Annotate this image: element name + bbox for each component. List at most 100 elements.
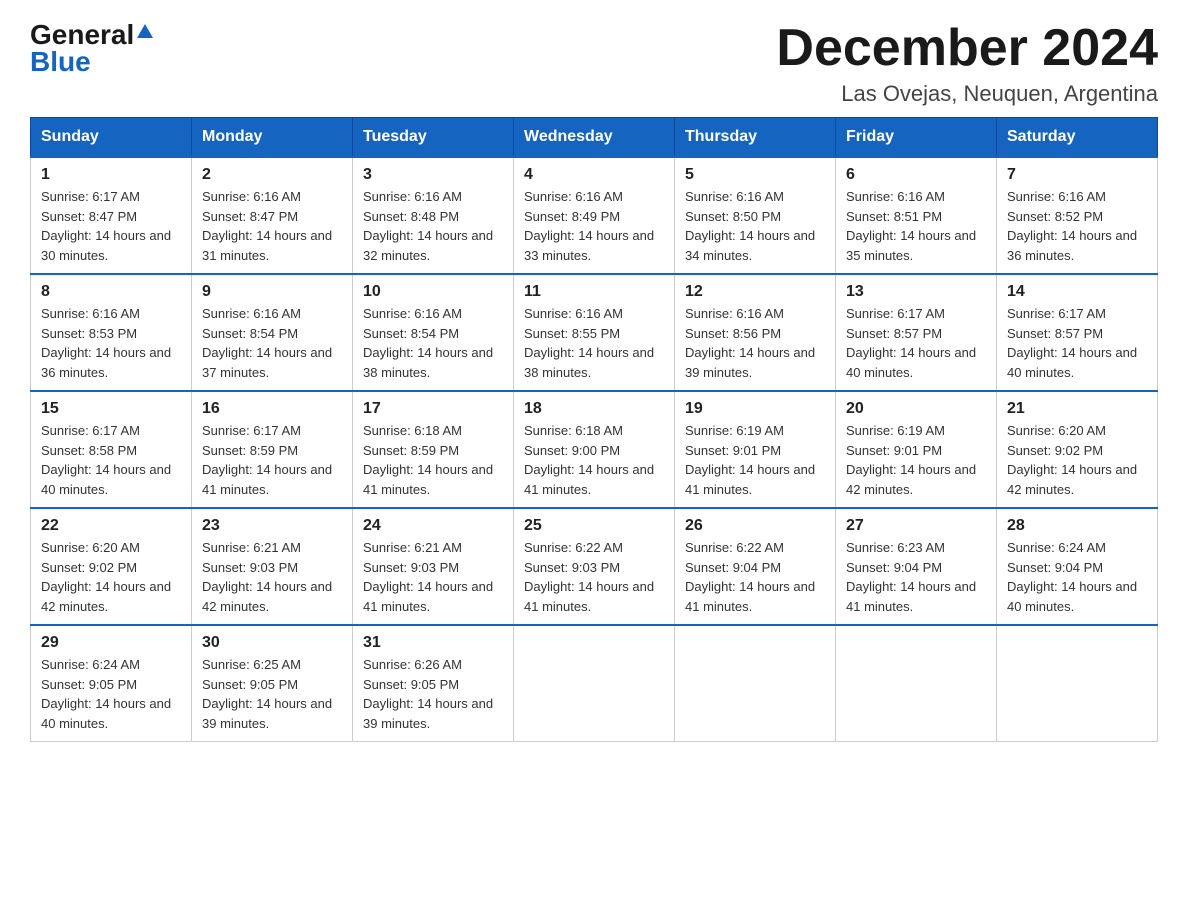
header-monday: Monday <box>192 118 353 158</box>
day-info: Sunrise: 6:21 AM Sunset: 9:03 PM Dayligh… <box>363 538 503 616</box>
day-number: 13 <box>846 283 986 301</box>
day-number: 15 <box>41 400 181 418</box>
table-row: 14 Sunrise: 6:17 AM Sunset: 8:57 PM Dayl… <box>997 274 1158 391</box>
day-info: Sunrise: 6:16 AM Sunset: 8:53 PM Dayligh… <box>41 304 181 382</box>
logo-triangle-icon <box>137 24 153 45</box>
table-row: 23 Sunrise: 6:21 AM Sunset: 9:03 PM Dayl… <box>192 508 353 625</box>
calendar-header: Sunday Monday Tuesday Wednesday Thursday… <box>31 118 1158 158</box>
table-row: 13 Sunrise: 6:17 AM Sunset: 8:57 PM Dayl… <box>836 274 997 391</box>
table-row <box>997 625 1158 742</box>
table-row: 30 Sunrise: 6:25 AM Sunset: 9:05 PM Dayl… <box>192 625 353 742</box>
table-row: 17 Sunrise: 6:18 AM Sunset: 8:59 PM Dayl… <box>353 391 514 508</box>
table-row: 9 Sunrise: 6:16 AM Sunset: 8:54 PM Dayli… <box>192 274 353 391</box>
table-row: 31 Sunrise: 6:26 AM Sunset: 9:05 PM Dayl… <box>353 625 514 742</box>
day-info: Sunrise: 6:16 AM Sunset: 8:55 PM Dayligh… <box>524 304 664 382</box>
day-number: 18 <box>524 400 664 418</box>
day-info: Sunrise: 6:17 AM Sunset: 8:57 PM Dayligh… <box>846 304 986 382</box>
day-info: Sunrise: 6:20 AM Sunset: 9:02 PM Dayligh… <box>1007 421 1147 499</box>
header-sunday: Sunday <box>31 118 192 158</box>
table-row: 29 Sunrise: 6:24 AM Sunset: 9:05 PM Dayl… <box>31 625 192 742</box>
table-row: 2 Sunrise: 6:16 AM Sunset: 8:47 PM Dayli… <box>192 157 353 274</box>
day-info: Sunrise: 6:26 AM Sunset: 9:05 PM Dayligh… <box>363 655 503 733</box>
table-row: 5 Sunrise: 6:16 AM Sunset: 8:50 PM Dayli… <box>675 157 836 274</box>
day-info: Sunrise: 6:16 AM Sunset: 8:51 PM Dayligh… <box>846 187 986 265</box>
header-friday: Friday <box>836 118 997 158</box>
day-number: 23 <box>202 517 342 535</box>
day-number: 12 <box>685 283 825 301</box>
month-title: December 2024 <box>776 20 1158 77</box>
logo: General Blue <box>30 20 153 78</box>
day-info: Sunrise: 6:17 AM Sunset: 8:47 PM Dayligh… <box>41 187 181 265</box>
day-number: 28 <box>1007 517 1147 535</box>
table-row: 26 Sunrise: 6:22 AM Sunset: 9:04 PM Dayl… <box>675 508 836 625</box>
table-row: 1 Sunrise: 6:17 AM Sunset: 8:47 PM Dayli… <box>31 157 192 274</box>
day-info: Sunrise: 6:22 AM Sunset: 9:03 PM Dayligh… <box>524 538 664 616</box>
table-row: 7 Sunrise: 6:16 AM Sunset: 8:52 PM Dayli… <box>997 157 1158 274</box>
day-number: 11 <box>524 283 664 301</box>
day-info: Sunrise: 6:23 AM Sunset: 9:04 PM Dayligh… <box>846 538 986 616</box>
day-number: 8 <box>41 283 181 301</box>
table-row: 10 Sunrise: 6:16 AM Sunset: 8:54 PM Dayl… <box>353 274 514 391</box>
title-block: December 2024 Las Ovejas, Neuquen, Argen… <box>776 20 1158 107</box>
day-info: Sunrise: 6:16 AM Sunset: 8:54 PM Dayligh… <box>363 304 503 382</box>
table-row: 22 Sunrise: 6:20 AM Sunset: 9:02 PM Dayl… <box>31 508 192 625</box>
day-number: 17 <box>363 400 503 418</box>
table-row: 24 Sunrise: 6:21 AM Sunset: 9:03 PM Dayl… <box>353 508 514 625</box>
table-row: 12 Sunrise: 6:16 AM Sunset: 8:56 PM Dayl… <box>675 274 836 391</box>
day-info: Sunrise: 6:19 AM Sunset: 9:01 PM Dayligh… <box>685 421 825 499</box>
day-info: Sunrise: 6:25 AM Sunset: 9:05 PM Dayligh… <box>202 655 342 733</box>
table-row <box>836 625 997 742</box>
day-number: 26 <box>685 517 825 535</box>
table-row: 4 Sunrise: 6:16 AM Sunset: 8:49 PM Dayli… <box>514 157 675 274</box>
day-number: 1 <box>41 166 181 184</box>
day-number: 25 <box>524 517 664 535</box>
day-number: 20 <box>846 400 986 418</box>
day-info: Sunrise: 6:18 AM Sunset: 8:59 PM Dayligh… <box>363 421 503 499</box>
day-info: Sunrise: 6:17 AM Sunset: 8:58 PM Dayligh… <box>41 421 181 499</box>
logo-blue-text: Blue <box>30 47 153 78</box>
day-number: 6 <box>846 166 986 184</box>
day-number: 27 <box>846 517 986 535</box>
day-number: 30 <box>202 634 342 652</box>
table-row: 8 Sunrise: 6:16 AM Sunset: 8:53 PM Dayli… <box>31 274 192 391</box>
day-number: 7 <box>1007 166 1147 184</box>
day-info: Sunrise: 6:19 AM Sunset: 9:01 PM Dayligh… <box>846 421 986 499</box>
day-number: 2 <box>202 166 342 184</box>
day-info: Sunrise: 6:16 AM Sunset: 8:52 PM Dayligh… <box>1007 187 1147 265</box>
day-info: Sunrise: 6:24 AM Sunset: 9:05 PM Dayligh… <box>41 655 181 733</box>
calendar-table: Sunday Monday Tuesday Wednesday Thursday… <box>30 117 1158 742</box>
day-number: 24 <box>363 517 503 535</box>
table-row: 21 Sunrise: 6:20 AM Sunset: 9:02 PM Dayl… <box>997 391 1158 508</box>
table-row: 15 Sunrise: 6:17 AM Sunset: 8:58 PM Dayl… <box>31 391 192 508</box>
header-saturday: Saturday <box>997 118 1158 158</box>
header-wednesday: Wednesday <box>514 118 675 158</box>
day-info: Sunrise: 6:16 AM Sunset: 8:49 PM Dayligh… <box>524 187 664 265</box>
calendar-body: 1 Sunrise: 6:17 AM Sunset: 8:47 PM Dayli… <box>31 157 1158 742</box>
table-row: 3 Sunrise: 6:16 AM Sunset: 8:48 PM Dayli… <box>353 157 514 274</box>
day-info: Sunrise: 6:21 AM Sunset: 9:03 PM Dayligh… <box>202 538 342 616</box>
table-row <box>675 625 836 742</box>
day-number: 22 <box>41 517 181 535</box>
day-number: 29 <box>41 634 181 652</box>
day-info: Sunrise: 6:16 AM Sunset: 8:50 PM Dayligh… <box>685 187 825 265</box>
table-row: 18 Sunrise: 6:18 AM Sunset: 9:00 PM Dayl… <box>514 391 675 508</box>
table-row: 16 Sunrise: 6:17 AM Sunset: 8:59 PM Dayl… <box>192 391 353 508</box>
table-row: 28 Sunrise: 6:24 AM Sunset: 9:04 PM Dayl… <box>997 508 1158 625</box>
header-tuesday: Tuesday <box>353 118 514 158</box>
page-header: General Blue December 2024 Las Ovejas, N… <box>30 20 1158 107</box>
day-number: 19 <box>685 400 825 418</box>
table-row: 27 Sunrise: 6:23 AM Sunset: 9:04 PM Dayl… <box>836 508 997 625</box>
table-row <box>514 625 675 742</box>
day-number: 14 <box>1007 283 1147 301</box>
day-info: Sunrise: 6:18 AM Sunset: 9:00 PM Dayligh… <box>524 421 664 499</box>
day-number: 3 <box>363 166 503 184</box>
table-row: 6 Sunrise: 6:16 AM Sunset: 8:51 PM Dayli… <box>836 157 997 274</box>
day-info: Sunrise: 6:16 AM Sunset: 8:56 PM Dayligh… <box>685 304 825 382</box>
location: Las Ovejas, Neuquen, Argentina <box>776 81 1158 107</box>
header-thursday: Thursday <box>675 118 836 158</box>
day-info: Sunrise: 6:16 AM Sunset: 8:47 PM Dayligh… <box>202 187 342 265</box>
day-info: Sunrise: 6:22 AM Sunset: 9:04 PM Dayligh… <box>685 538 825 616</box>
table-row: 20 Sunrise: 6:19 AM Sunset: 9:01 PM Dayl… <box>836 391 997 508</box>
day-number: 9 <box>202 283 342 301</box>
table-row: 19 Sunrise: 6:19 AM Sunset: 9:01 PM Dayl… <box>675 391 836 508</box>
